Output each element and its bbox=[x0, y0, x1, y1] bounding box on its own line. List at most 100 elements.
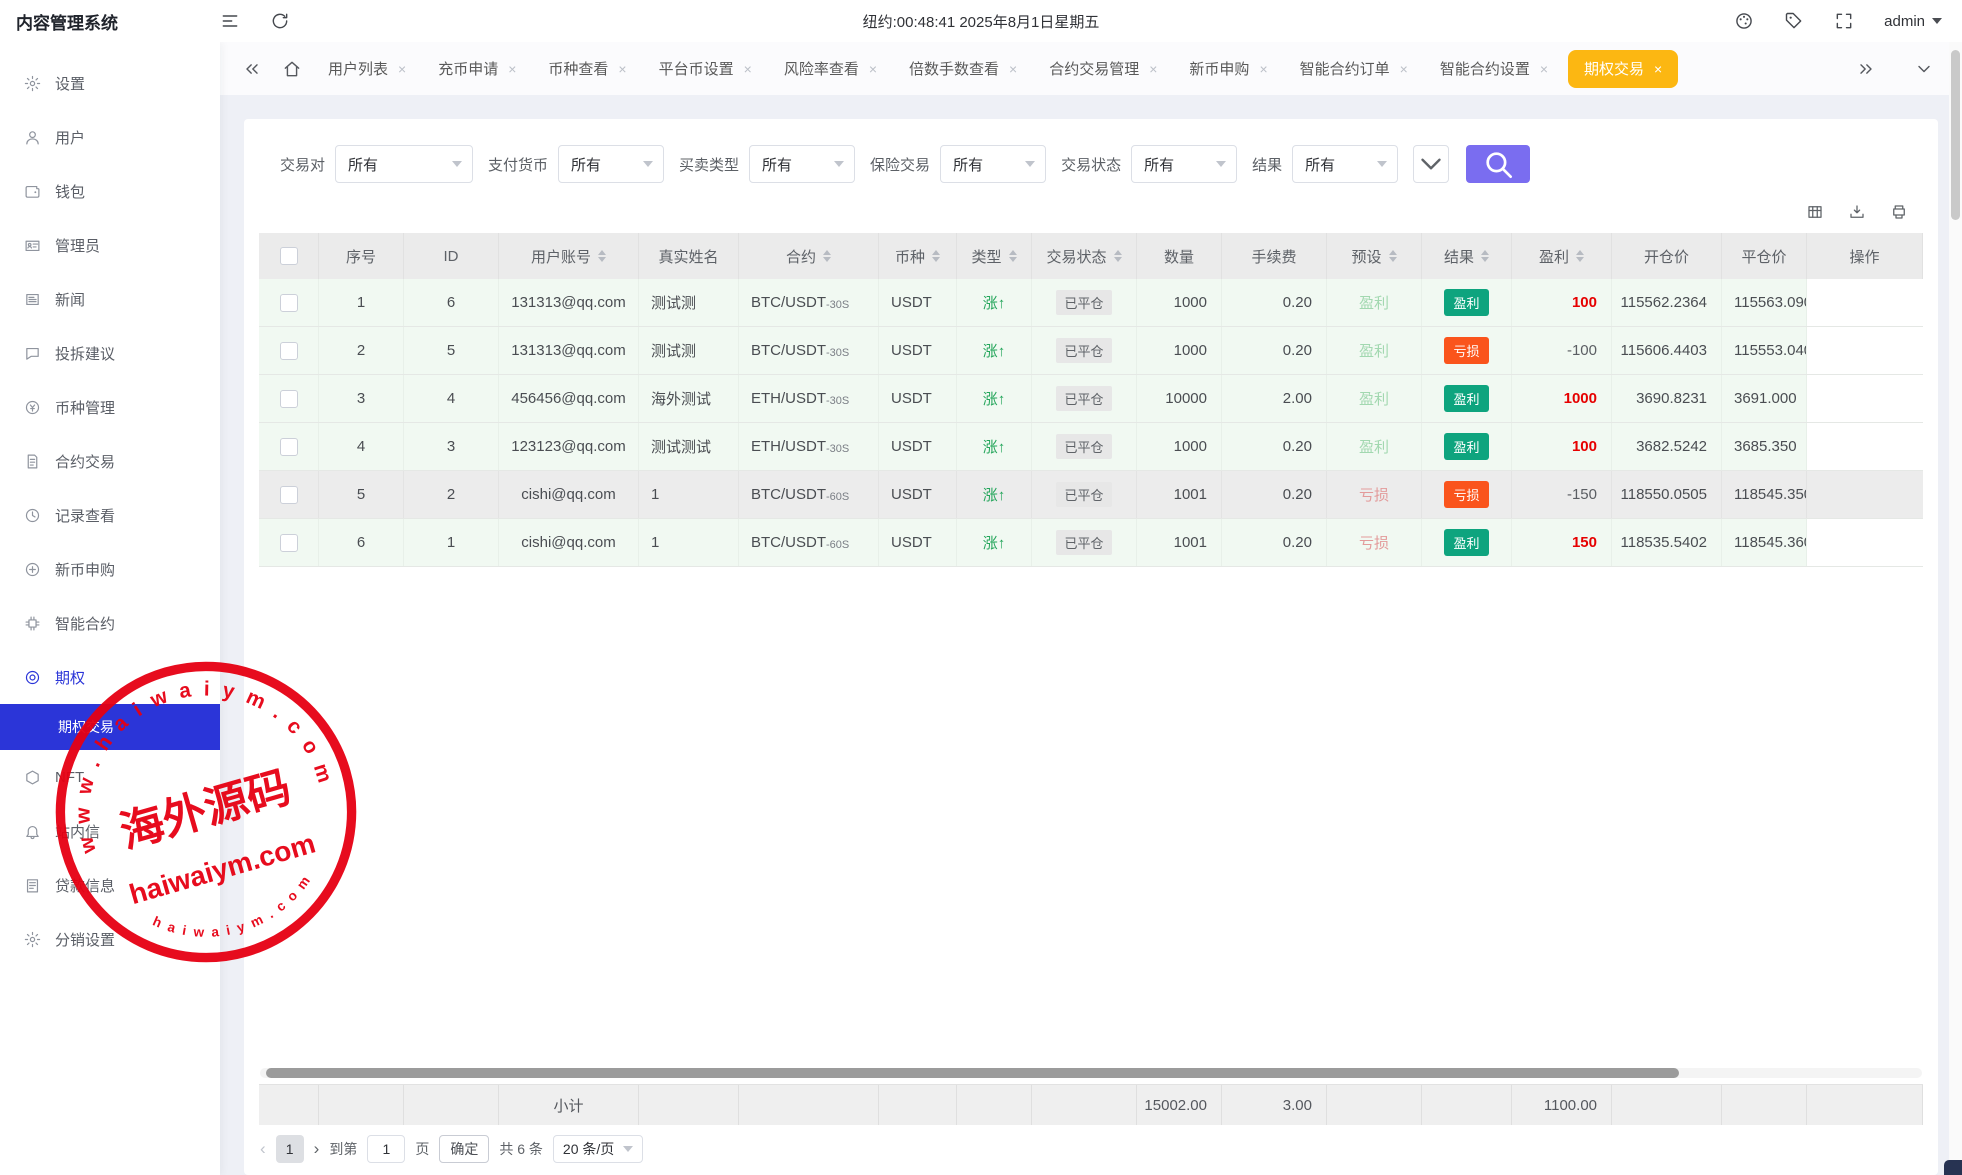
tab-option-trade[interactable]: 期权交易× bbox=[1568, 50, 1678, 88]
tab-platform-coin[interactable]: 平台币设置× bbox=[643, 50, 768, 88]
sidebar-item-nft[interactable]: NFT bbox=[0, 750, 220, 804]
collapse-sidebar-icon[interactable] bbox=[220, 11, 240, 31]
row-checkbox[interactable] bbox=[280, 534, 298, 552]
column-header-type[interactable]: 类型 bbox=[957, 233, 1032, 279]
sort-icon[interactable] bbox=[932, 250, 940, 262]
tab-list: 用户列表×充币申请×币种查看×平台币设置×风险率查看×倍数手数查看×合约交易管理… bbox=[312, 50, 1682, 88]
row-checkbox[interactable] bbox=[280, 294, 298, 312]
fullscreen-icon[interactable] bbox=[1834, 11, 1854, 31]
home-icon[interactable] bbox=[282, 59, 302, 79]
amount-cell: 1001 bbox=[1174, 486, 1207, 503]
search-button[interactable] bbox=[1466, 145, 1530, 183]
sidebar-item-admin[interactable]: 管理员 bbox=[0, 218, 220, 272]
tab-smart-orders[interactable]: 智能合约订单× bbox=[1284, 50, 1424, 88]
filter-select-insurance[interactable]: 所有 bbox=[940, 145, 1046, 183]
close-tab-icon[interactable]: × bbox=[508, 61, 516, 77]
close-tab-icon[interactable]: × bbox=[1654, 61, 1662, 77]
sort-icon[interactable] bbox=[823, 250, 831, 262]
sort-icon[interactable] bbox=[598, 250, 606, 262]
sort-icon[interactable] bbox=[1389, 250, 1397, 262]
close-tab-icon[interactable]: × bbox=[869, 61, 877, 77]
tab-new-coin[interactable]: 新币申购× bbox=[1173, 50, 1283, 88]
tabs-scroll-right-icon[interactable] bbox=[1856, 59, 1876, 79]
row-checkbox[interactable] bbox=[280, 486, 298, 504]
sidebar-item-distribution[interactable]: 分销设置 bbox=[0, 912, 220, 966]
sidebar-item-contract-trade[interactable]: 合约交易 bbox=[0, 434, 220, 488]
column-header-result[interactable]: 结果 bbox=[1422, 233, 1512, 279]
close-tab-icon[interactable]: × bbox=[618, 61, 626, 77]
theme-palette-icon[interactable] bbox=[1734, 11, 1754, 31]
close-tab-icon[interactable]: × bbox=[744, 61, 752, 77]
select-all-checkbox[interactable] bbox=[280, 247, 298, 265]
sidebar-item-settings[interactable]: 设置 bbox=[0, 56, 220, 110]
sidebar-item-feedback[interactable]: 投拆建议 bbox=[0, 326, 220, 380]
close-tab-icon[interactable]: × bbox=[398, 61, 406, 77]
action-cell bbox=[1807, 327, 1923, 374]
page-size-select[interactable]: 20 条/页 bbox=[553, 1135, 643, 1163]
close-tab-icon[interactable]: × bbox=[1259, 61, 1267, 77]
filter-select-pair[interactable]: 所有 bbox=[335, 145, 473, 183]
confirm-button[interactable]: 确定 bbox=[439, 1135, 489, 1163]
vertical-scrollbar-thumb[interactable] bbox=[1951, 50, 1960, 220]
tab-smart-settings[interactable]: 智能合约设置× bbox=[1424, 50, 1564, 88]
close-tab-icon[interactable]: × bbox=[1009, 61, 1017, 77]
horizontal-scrollbar[interactable] bbox=[260, 1068, 1922, 1078]
back-to-top-corner[interactable] bbox=[1944, 1160, 1962, 1175]
row-checkbox[interactable] bbox=[280, 342, 298, 360]
sidebar-item-coin-manage[interactable]: 币种管理 bbox=[0, 380, 220, 434]
column-header-currency[interactable]: 币种 bbox=[879, 233, 957, 279]
sort-icon[interactable] bbox=[1576, 250, 1584, 262]
close-tab-icon[interactable]: × bbox=[1400, 61, 1408, 77]
more-filters-button[interactable] bbox=[1413, 145, 1449, 183]
sidebar-subitem-option-trade[interactable]: 期权交易 bbox=[0, 704, 220, 750]
column-settings-icon[interactable] bbox=[1806, 203, 1824, 221]
tag-icon[interactable] bbox=[1784, 11, 1804, 31]
sidebar-item-loan[interactable]: 贷款信息 bbox=[0, 858, 220, 912]
sort-icon[interactable] bbox=[1114, 250, 1122, 262]
prev-page-button[interactable]: ‹ bbox=[260, 1139, 266, 1159]
sidebar-item-new-coin[interactable]: 新币申购 bbox=[0, 542, 220, 596]
sidebar-item-option[interactable]: 期权 bbox=[0, 650, 220, 704]
print-icon[interactable] bbox=[1890, 203, 1908, 221]
column-header-contract[interactable]: 合约 bbox=[739, 233, 879, 279]
tab-multiplier-view[interactable]: 倍数手数查看× bbox=[893, 50, 1033, 88]
vertical-scrollbar[interactable] bbox=[1949, 42, 1962, 1175]
tab-users-list[interactable]: 用户列表× bbox=[312, 50, 422, 88]
chevron-down-icon bbox=[1216, 161, 1226, 167]
tab-risk-rate[interactable]: 风险率查看× bbox=[768, 50, 893, 88]
filter-group-trade-type: 买卖类型所有 bbox=[679, 145, 855, 183]
sidebar-item-users[interactable]: 用户 bbox=[0, 110, 220, 164]
next-page-button[interactable]: › bbox=[314, 1139, 320, 1159]
filter-select-trade-status[interactable]: 所有 bbox=[1131, 145, 1237, 183]
sidebar-item-message[interactable]: 站内信 bbox=[0, 804, 220, 858]
filter-select-trade-type[interactable]: 所有 bbox=[749, 145, 855, 183]
filter-select-pay-currency[interactable]: 所有 bbox=[558, 145, 664, 183]
row-checkbox[interactable] bbox=[280, 438, 298, 456]
column-header-preset[interactable]: 预设 bbox=[1327, 233, 1422, 279]
tab-coin-view[interactable]: 币种查看× bbox=[532, 50, 642, 88]
tab-contract-manage[interactable]: 合约交易管理× bbox=[1033, 50, 1173, 88]
column-header-account[interactable]: 用户账号 bbox=[499, 233, 639, 279]
admin-dropdown[interactable]: admin bbox=[1884, 13, 1942, 30]
tabs-menu-icon[interactable] bbox=[1914, 59, 1934, 79]
sort-icon[interactable] bbox=[1009, 250, 1017, 262]
export-icon[interactable] bbox=[1848, 203, 1866, 221]
column-header-profit[interactable]: 盈利 bbox=[1512, 233, 1612, 279]
sidebar-item-news[interactable]: 新闻 bbox=[0, 272, 220, 326]
tab-deposit-request[interactable]: 充币申请× bbox=[422, 50, 532, 88]
row-checkbox[interactable] bbox=[280, 390, 298, 408]
filter-select-result[interactable]: 所有 bbox=[1292, 145, 1398, 183]
close-tab-icon[interactable]: × bbox=[1540, 61, 1548, 77]
amount-cell: 1000 bbox=[1174, 342, 1207, 359]
tabs-scroll-left-icon[interactable] bbox=[242, 59, 262, 79]
sidebar-item-records[interactable]: 记录查看 bbox=[0, 488, 220, 542]
refresh-icon[interactable] bbox=[270, 11, 290, 31]
sidebar-item-smart-contract[interactable]: 智能合约 bbox=[0, 596, 220, 650]
page-jump-input[interactable]: 1 bbox=[367, 1135, 405, 1163]
column-header-status[interactable]: 交易状态 bbox=[1032, 233, 1137, 279]
sidebar-item-wallet[interactable]: 钱包 bbox=[0, 164, 220, 218]
close-tab-icon[interactable]: × bbox=[1149, 61, 1157, 77]
horizontal-scrollbar-thumb[interactable] bbox=[266, 1068, 1679, 1078]
sort-icon[interactable] bbox=[1481, 250, 1489, 262]
page-number-button[interactable]: 1 bbox=[276, 1135, 304, 1163]
